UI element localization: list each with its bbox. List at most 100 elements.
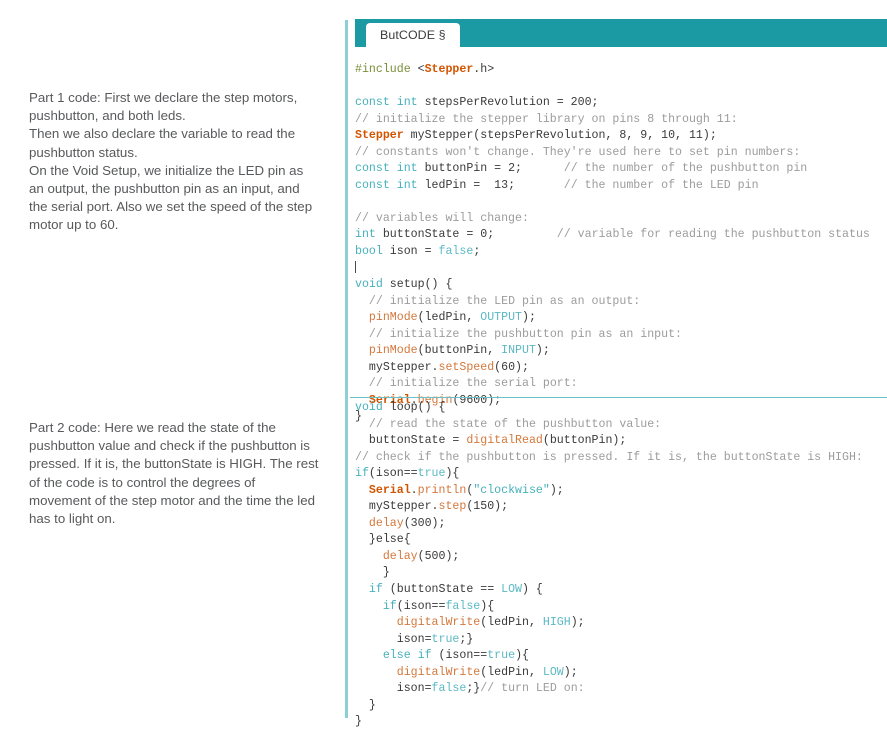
code-token-kw: if bbox=[368, 583, 383, 597]
code-line: // variables will change: bbox=[355, 211, 887, 228]
tab-butcode[interactable]: ButCODE § bbox=[366, 23, 460, 47]
code-token-plain: ison= bbox=[355, 682, 432, 696]
code-token-plain: ledPin = 13; bbox=[417, 178, 564, 192]
code-line: #include <Stepper.h> bbox=[355, 62, 887, 79]
code-token-plain: (buttonState == bbox=[382, 583, 502, 597]
code-line: digitalWrite(ledPin, LOW); bbox=[355, 665, 887, 682]
code-token-const: true bbox=[431, 632, 460, 646]
code-line: // constants won't change. They're used … bbox=[355, 145, 887, 162]
code-token-cmt: // turn LED on: bbox=[480, 682, 585, 696]
code-line: ison=true;} bbox=[355, 632, 887, 649]
code-token-const: false bbox=[445, 599, 481, 613]
code-line: }else{ bbox=[355, 532, 887, 549]
code-line: } bbox=[355, 714, 887, 731]
code-token-fn: println bbox=[417, 483, 467, 497]
code-line: void loop() { bbox=[355, 400, 887, 417]
code-token-plain: < bbox=[417, 63, 425, 76]
code-token-kw: const int bbox=[355, 96, 418, 110]
code-token-const: true bbox=[417, 467, 446, 481]
code-token-plain: } bbox=[355, 698, 376, 712]
code-token-fn: setSpeed bbox=[438, 360, 495, 374]
code-token-plain: (buttonPin); bbox=[542, 434, 627, 448]
note-part-1: Part 1 code: First we declare the step m… bbox=[29, 90, 313, 233]
code-token-plain: (60); bbox=[494, 360, 529, 374]
code-line: if (buttonState == LOW) { bbox=[355, 582, 887, 599]
code-line: Stepper myStepper(stepsPerRevolution, 8,… bbox=[355, 128, 887, 145]
code-token-type: Stepper bbox=[355, 129, 404, 143]
code-line: } bbox=[355, 698, 887, 715]
code-block-part-2[interactable]: void loop() { // read the state of the p… bbox=[355, 400, 887, 731]
code-line: delay(500); bbox=[355, 549, 887, 566]
code-token-plain: .h> bbox=[473, 63, 495, 76]
code-token-plain: } bbox=[355, 715, 362, 729]
code-token-const: LOW bbox=[542, 665, 564, 679]
code-token-plain: setup() { bbox=[382, 278, 453, 292]
code-token-cmt: // check if the pushbutton is pressed. I… bbox=[355, 450, 863, 464]
code-line: } bbox=[355, 565, 887, 582]
code-line: const int ledPin = 13; // the number of … bbox=[355, 178, 887, 195]
code-line: // check if the pushbutton is pressed. I… bbox=[355, 450, 887, 467]
code-line: const int stepsPerRevolution = 200; bbox=[355, 95, 887, 112]
code-line: myStepper.setSpeed(60); bbox=[355, 360, 887, 377]
code-token-const: false bbox=[438, 245, 474, 259]
code-token-plain: . bbox=[410, 483, 418, 497]
code-line: pinMode(ledPin, OUTPUT); bbox=[355, 310, 887, 327]
code-token-plain: ); bbox=[570, 616, 585, 630]
code-token-kw: const int bbox=[355, 178, 418, 192]
code-token-plain: (ison== bbox=[431, 649, 488, 663]
code-token-plain: ){ bbox=[515, 649, 529, 663]
code-token-plain: myStepper(stepsPerRevolution, 8, 9, 10, … bbox=[403, 129, 717, 143]
code-token-cmt: // variable for reading the pushbutton s… bbox=[556, 228, 870, 242]
code-token-plain: ){ bbox=[445, 467, 460, 481]
code-token-type: Stepper bbox=[424, 63, 474, 76]
code-line: if(ison==true){ bbox=[355, 466, 887, 483]
code-line: // read the state of the pushbutton valu… bbox=[355, 417, 887, 434]
code-line: pinMode(buttonPin, INPUT); bbox=[355, 343, 887, 360]
code-token-const: INPUT bbox=[501, 344, 536, 358]
code-token-plain: (500); bbox=[417, 549, 460, 563]
code-line: const int buttonPin = 2; // the number o… bbox=[355, 161, 887, 178]
code-token-plain: (150); bbox=[466, 500, 509, 514]
code-line: int buttonState = 0; // variable for rea… bbox=[355, 227, 887, 244]
code-line bbox=[355, 260, 887, 278]
code-token-plain: (300); bbox=[403, 516, 446, 530]
code-token-kw: if bbox=[382, 599, 397, 613]
code-token-const: OUTPUT bbox=[480, 311, 522, 325]
code-token-plain: (ison== bbox=[396, 599, 446, 613]
code-token-cmt: // constants won't change. They're used … bbox=[355, 145, 801, 159]
code-block-part-1[interactable]: #include <Stepper.h> const int stepsPerR… bbox=[355, 62, 887, 426]
code-line: // initialize the serial port: bbox=[355, 376, 887, 393]
code-token-fn: delay bbox=[382, 549, 418, 563]
code-token-const: HIGH bbox=[542, 616, 571, 630]
text-caret bbox=[355, 260, 356, 273]
code-token-plain: (buttonPin, bbox=[417, 344, 502, 358]
code-token-kw: bool bbox=[355, 245, 383, 259]
code-token-plain: stepsPerRevolution = 200; bbox=[417, 96, 599, 110]
code-block-divider bbox=[350, 397, 887, 398]
code-line: else if (ison==true){ bbox=[355, 648, 887, 665]
code-token-fn: digitalWrite bbox=[396, 616, 481, 630]
code-line: void setup() { bbox=[355, 277, 887, 294]
code-token-fn: step bbox=[438, 500, 467, 514]
code-token-plain: ); bbox=[549, 483, 564, 497]
code-token-plain: myStepper. bbox=[355, 500, 439, 514]
code-token-cmt: // read the state of the pushbutton valu… bbox=[368, 417, 662, 431]
panel-left-rail bbox=[345, 20, 348, 718]
code-token-plain: ); bbox=[522, 311, 536, 325]
code-token-pre: #include bbox=[355, 63, 418, 76]
code-line: ison=false;}// turn LED on: bbox=[355, 681, 887, 698]
code-line: // initialize the stepper library on pin… bbox=[355, 112, 887, 129]
code-token-plain: ){ bbox=[480, 599, 495, 613]
code-token-plain: ) { bbox=[522, 583, 543, 597]
code-token-cmt: // initialize the pushbutton pin as an i… bbox=[368, 327, 683, 341]
